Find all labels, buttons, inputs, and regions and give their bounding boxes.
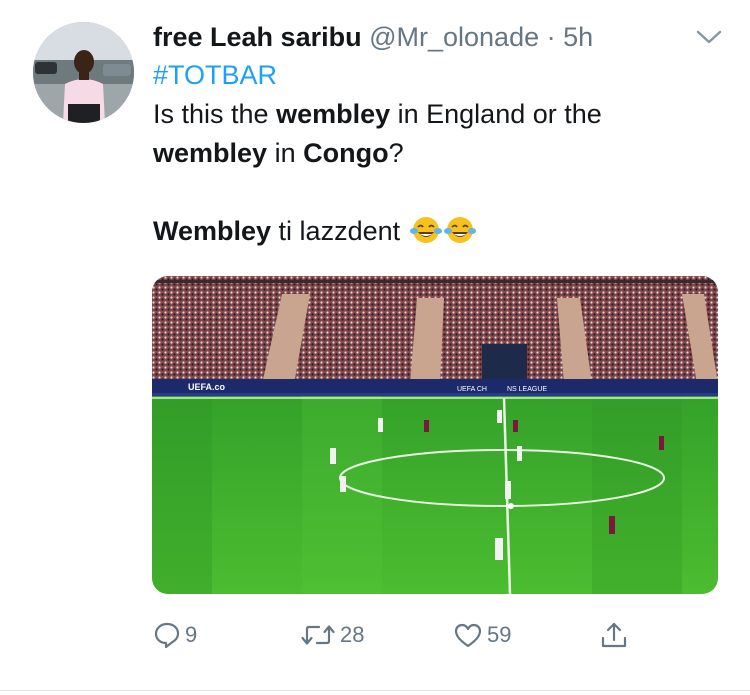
bold-word: wembley bbox=[153, 138, 268, 168]
hashtag-link[interactable]: #TOTBAR bbox=[153, 56, 723, 95]
tweet-media-image[interactable]: UEFA.co UEFA CH NS LEAGUE bbox=[152, 276, 718, 594]
tweet-text: #TOTBAR Is this the wembley in England o… bbox=[153, 56, 723, 251]
board-text-champions: UEFA CH bbox=[457, 386, 487, 393]
avatar-photo bbox=[33, 22, 134, 123]
tears-of-joy-emoji-icon bbox=[409, 215, 442, 245]
user-handle[interactable]: @Mr_olonade bbox=[369, 22, 539, 52]
bold-word: Wembley bbox=[153, 216, 272, 246]
text-line-3: Wembley ti lazzdent bbox=[153, 212, 723, 251]
display-name[interactable]: free Leah saribu bbox=[153, 22, 362, 52]
reply-icon bbox=[153, 621, 181, 649]
chevron-down-icon[interactable] bbox=[694, 24, 724, 50]
text-segment: ? bbox=[388, 138, 404, 168]
stadium-photo: UEFA.co UEFA CH NS LEAGUE bbox=[152, 276, 718, 594]
tweet: free Leah saribu @Mr_olonade · 5h #TOTBA… bbox=[0, 0, 750, 695]
timestamp[interactable]: 5h bbox=[563, 22, 593, 52]
like-count: 59 bbox=[487, 622, 512, 647]
like-button[interactable]: 59 bbox=[453, 615, 511, 655]
retweet-icon bbox=[300, 621, 336, 649]
text-segment: in bbox=[267, 138, 304, 168]
separator-dot: · bbox=[546, 22, 556, 52]
board-text-uefa: UEFA.co bbox=[188, 382, 226, 392]
retweet-count: 28 bbox=[340, 622, 365, 647]
text-segment: in England or the bbox=[390, 99, 602, 129]
text-segment: ti lazzdent bbox=[271, 216, 401, 246]
heart-icon bbox=[453, 621, 483, 649]
reply-button[interactable]: 9 bbox=[153, 615, 197, 655]
retweet-button[interactable]: 28 bbox=[300, 615, 364, 655]
tweet-header: free Leah saribu @Mr_olonade · 5h bbox=[153, 18, 593, 56]
divider bbox=[0, 690, 750, 691]
share-icon bbox=[600, 620, 628, 650]
bold-word: Congo bbox=[303, 138, 389, 168]
tears-of-joy-emoji-icon bbox=[443, 215, 476, 245]
bold-word: wembley bbox=[276, 99, 391, 129]
reply-count: 9 bbox=[185, 622, 198, 647]
board-text-league: NS LEAGUE bbox=[507, 386, 547, 393]
text-line-1: Is this the wembley in England or the bbox=[153, 95, 723, 134]
share-button[interactable] bbox=[600, 615, 628, 655]
text-segment: Is this the bbox=[153, 99, 277, 129]
text-line-2: wembley in Congo? bbox=[153, 134, 723, 173]
avatar[interactable] bbox=[33, 22, 134, 123]
tweet-actions: 9 28 59 bbox=[0, 615, 750, 655]
